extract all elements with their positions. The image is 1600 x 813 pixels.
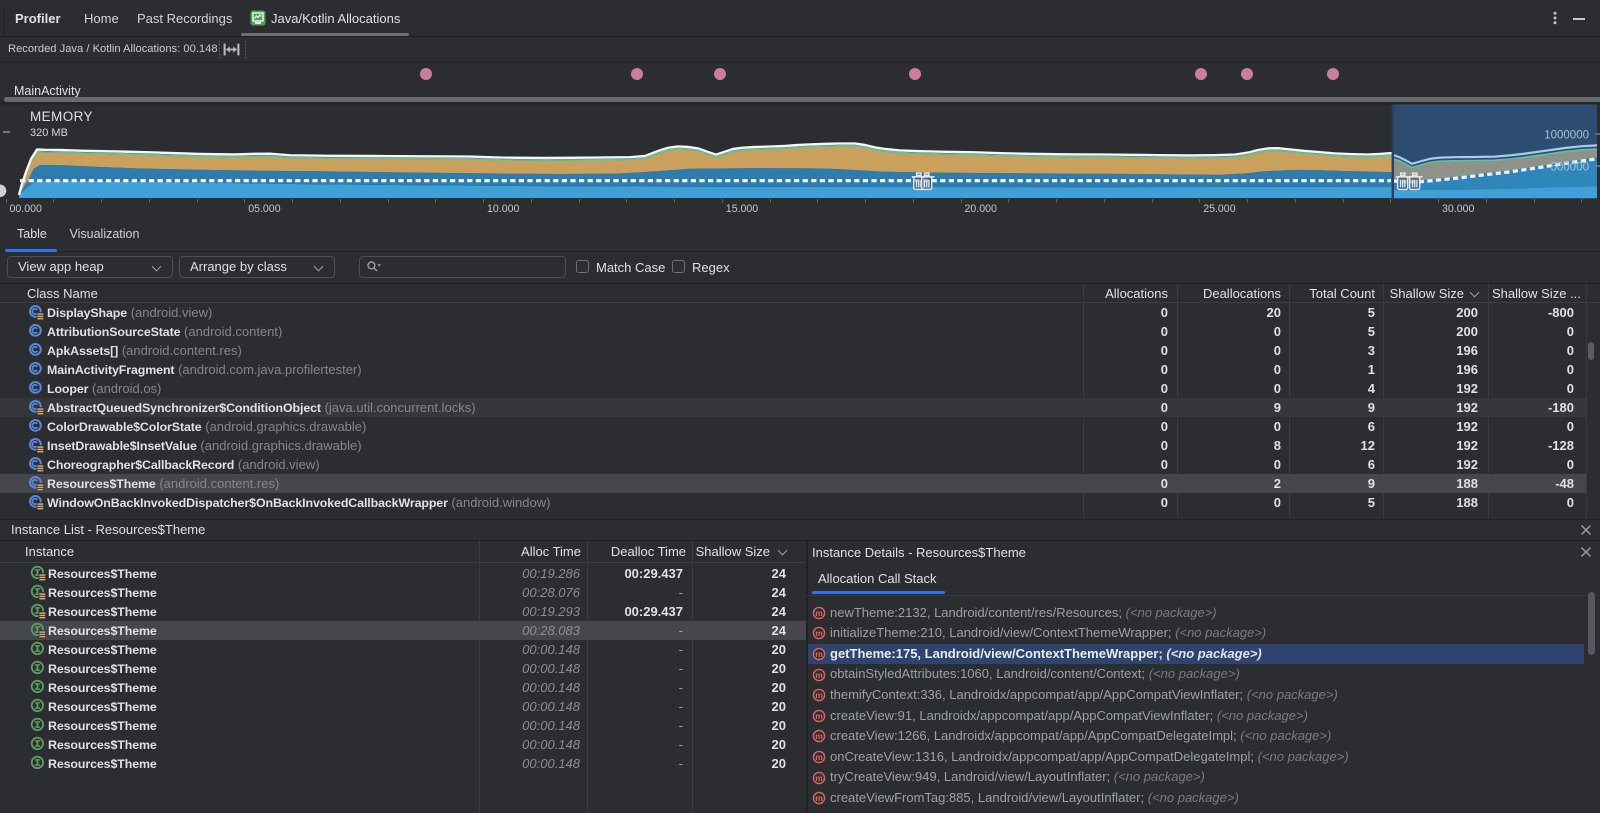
- svg-text:m: m: [815, 690, 823, 700]
- svg-text:m: m: [815, 608, 823, 618]
- svg-text:1000000: 1000000: [1544, 130, 1589, 142]
- svg-text:500000: 500000: [1551, 162, 1589, 174]
- svg-text:m: m: [815, 628, 823, 638]
- svg-text:m: m: [815, 773, 823, 783]
- svg-text:m: m: [815, 649, 823, 659]
- svg-text:m: m: [815, 711, 823, 721]
- svg-text:m: m: [815, 670, 823, 680]
- svg-text:m: m: [815, 731, 823, 741]
- svg-text:m: m: [815, 752, 823, 762]
- svg-text:m: m: [815, 793, 823, 803]
